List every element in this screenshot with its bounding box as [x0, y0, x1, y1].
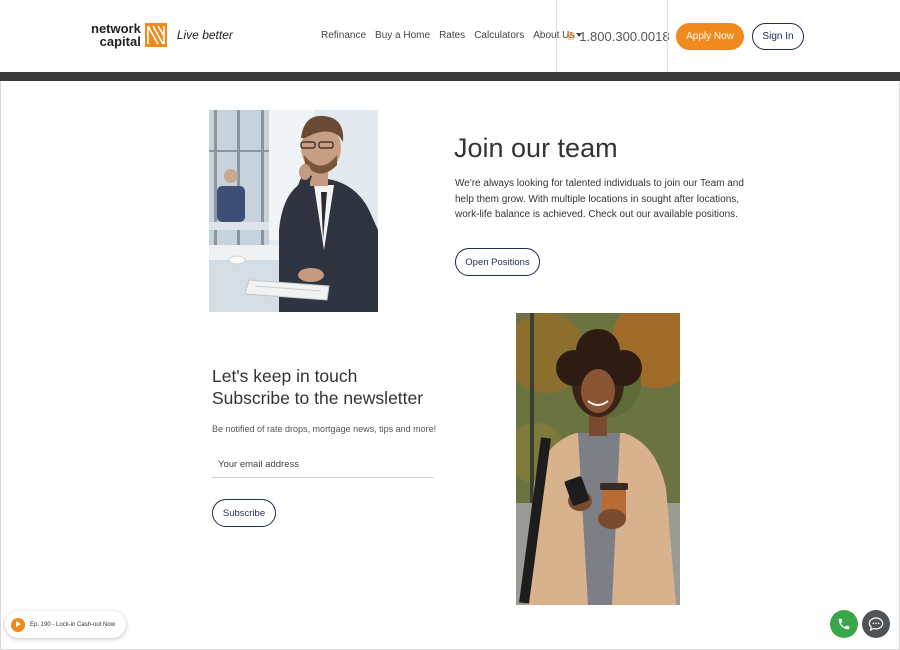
phone-icon: ✆	[566, 31, 576, 43]
nav-item-buy-a-home[interactable]: Buy a Home	[375, 30, 430, 41]
newsletter-heading: Let's keep in touch Subscribe to the new…	[212, 365, 423, 409]
newsletter-heading-line-2: Subscribe to the newsletter	[212, 388, 424, 408]
logo-mark-icon	[144, 23, 167, 47]
call-icon	[838, 618, 850, 630]
chat-bubble-icon	[868, 617, 884, 632]
sign-in-button[interactable]: Sign In	[752, 23, 804, 50]
newsletter-heading-line-1: Let's keep in touch	[212, 366, 358, 386]
apply-now-button[interactable]: Apply Now	[676, 23, 744, 50]
podcast-episode-label: Ep. 190 - Lock-in Cash-out Now	[30, 621, 116, 628]
podcast-player[interactable]: Ep. 190 - Lock-in Cash-out Now	[5, 611, 126, 638]
nav-item-rates[interactable]: Rates	[439, 30, 465, 41]
header-divider	[667, 0, 668, 72]
nav-item-calculators[interactable]: Calculators	[474, 30, 524, 41]
header-divider	[556, 0, 557, 72]
phone-number: 1.800.300.0018	[579, 29, 670, 44]
chat-button[interactable]	[862, 610, 890, 638]
join-team-description: We're always looking for talented indivi…	[455, 178, 744, 220]
logo-line-2: capital	[99, 34, 141, 49]
play-icon[interactable]	[11, 617, 25, 632]
newsletter-note: Be notified of rate drops, mortgage news…	[212, 424, 437, 434]
header-bottom-bar	[0, 72, 900, 81]
logo[interactable]: network capital Live better	[91, 20, 233, 50]
tagline: Live better	[176, 28, 233, 42]
open-positions-button[interactable]: Open Positions	[455, 248, 540, 276]
main-nav: Refinance Buy a Home Rates Calculators A…	[321, 30, 591, 41]
team-photo	[209, 110, 378, 312]
logo-wordmark: network capital	[91, 22, 141, 48]
nav-item-refinance[interactable]: Refinance	[321, 30, 366, 41]
newsletter-photo	[516, 313, 680, 605]
call-button[interactable]	[830, 610, 858, 638]
page-frame	[0, 0, 900, 650]
join-team-heading: Join our team	[454, 133, 618, 163]
email-input[interactable]	[212, 452, 434, 478]
subscribe-button[interactable]: Subscribe	[212, 499, 276, 527]
phone-link[interactable]: ✆ 1.800.300.0018	[566, 29, 670, 44]
site-header: network capital Live better Refinance Bu…	[0, 0, 900, 72]
